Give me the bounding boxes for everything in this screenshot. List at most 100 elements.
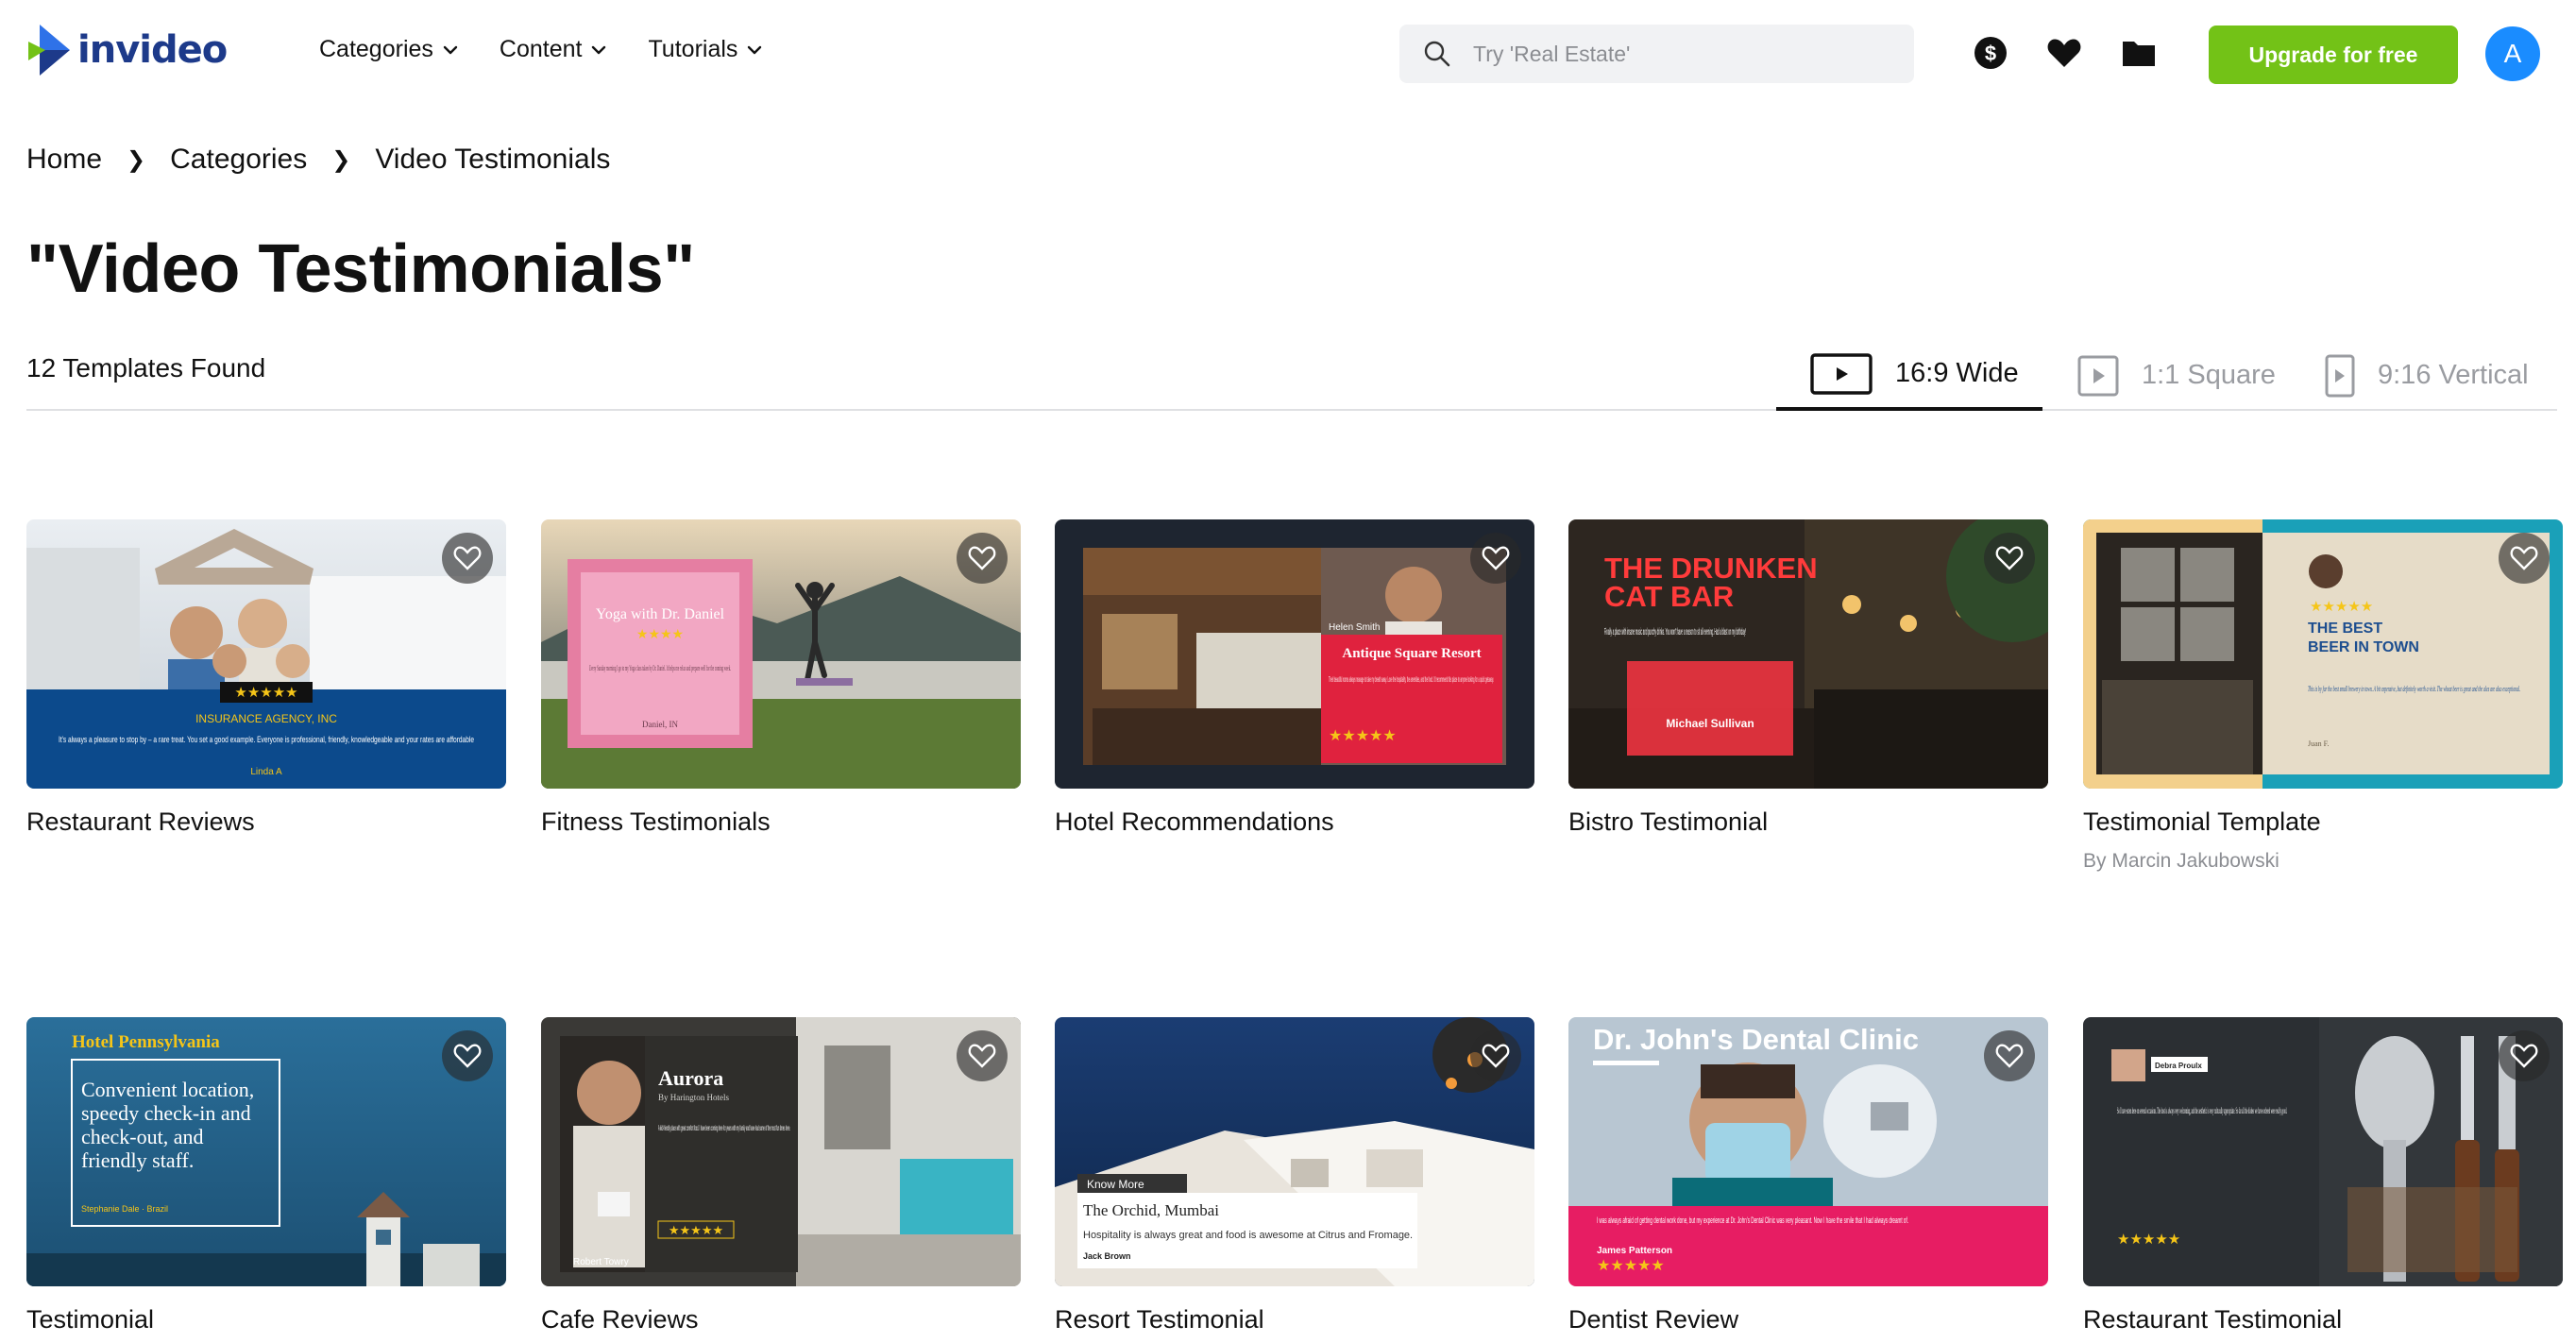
page-title: "Video Testimonials" (26, 231, 695, 307)
thumb-name: Linda A (250, 767, 282, 777)
tab-1-1-square[interactable]: 1:1 Square (2077, 340, 2276, 411)
thumb-heading: Aurora (658, 1066, 723, 1090)
search-box[interactable] (1399, 25, 1914, 83)
template-card[interactable]: Yoga with Dr. Daniel ★★★★ Every Sunday m… (541, 519, 1021, 837)
template-title[interactable]: Restaurant Reviews (26, 808, 506, 837)
template-thumbnail[interactable]: ★★★★★ THE BEST BEER IN TOWN This is by f… (2083, 519, 2563, 789)
thumb-body: Every Sunday morning I go to my Yoga cla… (589, 664, 731, 672)
thumb-name: Helen Smith (1329, 622, 1380, 633)
template-card[interactable]: Helen Smith Antique Square Resort Their … (1055, 519, 1534, 837)
favorite-button[interactable] (957, 533, 1008, 584)
template-thumbnail[interactable]: Debra Proulx So I have eaten here on sev… (2083, 1017, 2563, 1286)
favorite-button[interactable] (1984, 1030, 2035, 1081)
template-thumbnail[interactable]: Yoga with Dr. Daniel ★★★★ Every Sunday m… (541, 519, 1021, 789)
rating-stars: ★★★★★ (669, 1223, 723, 1237)
template-preview-image: Helen Smith Antique Square Resort Their … (1055, 519, 1534, 789)
thumb-heading: Antique Square Resort (1342, 646, 1481, 661)
favorite-button[interactable] (442, 533, 493, 584)
template-title[interactable]: Restaurant Testimonial (2083, 1305, 2563, 1334)
heart-outline-icon (1995, 546, 2024, 570)
template-card[interactable]: Aurora By Harington Hotels A kid-friendl… (541, 1017, 1021, 1334)
template-title[interactable]: Fitness Testimonials (541, 808, 1021, 837)
template-thumbnail[interactable]: Know More The Orchid, Mumbai Hospitality… (1055, 1017, 1534, 1286)
nav-content[interactable]: Content (500, 36, 609, 63)
thumb-name: Stephanie Dale · Brazil (81, 1204, 168, 1214)
thumb-body: This is by far the best small brewery in… (2308, 685, 2520, 693)
template-card[interactable]: THE DRUNKEN CAT BAR Finally a place with… (1568, 519, 2048, 837)
thumb-heading: Yoga with Dr. Daniel (596, 606, 725, 622)
thumb-name: James Patterson (1597, 1246, 1672, 1256)
folder-icon[interactable] (2120, 34, 2158, 72)
favorite-button[interactable] (2499, 533, 2550, 584)
breadcrumb-home[interactable]: Home (26, 144, 102, 176)
template-preview-image: Hotel Pennsylvania Convenient location, … (26, 1017, 506, 1286)
template-preview-image: ★★★★★ THE BEST BEER IN TOWN This is by f… (2083, 519, 2563, 789)
thumb-heading: Hotel Pennsylvania (72, 1032, 220, 1052)
thumb-body: A kid-friendly place with great comfort … (658, 1124, 790, 1132)
tab-label: 1:1 Square (2142, 360, 2276, 390)
rating-stars: ★★★★ (636, 626, 684, 641)
rating-stars: ★★★★★ (2117, 1232, 2180, 1248)
thumb-heading: Dr. John's Dental Clinic (1593, 1023, 1919, 1056)
template-thumbnail[interactable]: ★★★★★ INSURANCE AGENCY, INC It's always … (26, 519, 506, 789)
thumb-name: Jack Brown (1083, 1251, 1131, 1261)
nav-categories[interactable]: Categories (319, 36, 460, 63)
thumb-body: It's always a pleasure to stop by – a ra… (59, 735, 474, 744)
avatar[interactable]: A (2485, 26, 2540, 81)
thumb-body-line1: Convenient location, (81, 1078, 254, 1101)
template-title[interactable]: Testimonial Template (2083, 808, 2563, 837)
rating-stars: ★★★★★ (2310, 599, 2373, 615)
thumb-heading: INSURANCE AGENCY, INC (195, 712, 337, 725)
square-format-icon (2077, 355, 2119, 396)
thumb-body-line4: friendly staff. (81, 1148, 194, 1172)
template-title[interactable]: Dentist Review (1568, 1305, 2048, 1334)
template-author: By Marcin Jakubowski (2083, 850, 2279, 872)
logo-mark-icon (28, 25, 70, 76)
tab-16-9-wide[interactable]: 16:9 Wide (1776, 340, 2042, 411)
template-title[interactable]: Resort Testimonial (1055, 1305, 1534, 1334)
template-thumbnail[interactable]: Aurora By Harington Hotels A kid-friendl… (541, 1017, 1021, 1286)
favorite-button[interactable] (1984, 533, 2035, 584)
search-input[interactable] (1473, 41, 1889, 67)
template-thumbnail[interactable]: Helen Smith Antique Square Resort Their … (1055, 519, 1534, 789)
template-title[interactable]: Cafe Reviews (541, 1305, 1021, 1334)
template-card[interactable]: ★★★★★ THE BEST BEER IN TOWN This is by f… (2083, 519, 2563, 873)
favorite-button[interactable] (2499, 1030, 2550, 1081)
template-title[interactable]: Testimonial (26, 1305, 506, 1334)
thumb-body: So I have eaten here on several occasion… (2117, 1106, 2287, 1115)
dollar-icon[interactable]: $ (1972, 34, 2009, 72)
template-card[interactable]: Dr. John's Dental Clinic I was always af… (1568, 1017, 2048, 1334)
thumb-tag[interactable]: Know More (1087, 1178, 1144, 1191)
heart-outline-icon (968, 1044, 996, 1068)
nav-tutorials-label: Tutorials (648, 36, 738, 62)
favorite-button[interactable] (442, 1030, 493, 1081)
nav-tutorials[interactable]: Tutorials (648, 36, 764, 63)
template-thumbnail[interactable]: Hotel Pennsylvania Convenient location, … (26, 1017, 506, 1286)
heart-icon[interactable] (2045, 34, 2083, 72)
tab-label: 16:9 Wide (1895, 358, 2019, 388)
template-thumbnail[interactable]: Dr. John's Dental Clinic I was always af… (1568, 1017, 2048, 1286)
invideo-logo[interactable]: invideo (26, 23, 228, 77)
template-title[interactable]: Bistro Testimonial (1568, 808, 2048, 837)
thumb-body-line2: speedy check-in and (81, 1101, 251, 1125)
template-card[interactable]: Know More The Orchid, Mumbai Hospitality… (1055, 1017, 1534, 1334)
template-card[interactable]: Debra Proulx So I have eaten here on sev… (2083, 1017, 2563, 1334)
thumb-body: Their beautiful rooms always manage to t… (1329, 675, 1494, 684)
favorite-button[interactable] (1470, 1030, 1521, 1081)
template-card[interactable]: ★★★★★ INSURANCE AGENCY, INC It's always … (26, 519, 506, 837)
nav-content-label: Content (499, 36, 583, 62)
favorite-button[interactable] (957, 1030, 1008, 1081)
chevron-right-icon: ❯ (331, 146, 351, 173)
template-preview-image: ★★★★★ INSURANCE AGENCY, INC It's always … (26, 519, 506, 789)
templates-count: 12 Templates Found (26, 353, 266, 382)
template-thumbnail[interactable]: THE DRUNKEN CAT BAR Finally a place with… (1568, 519, 2048, 789)
favorite-button[interactable] (1470, 533, 1521, 584)
template-title[interactable]: Hotel Recommendations (1055, 808, 1534, 837)
tab-9-16-vertical[interactable]: 9:16 Vertical (2325, 340, 2529, 411)
breadcrumb-categories[interactable]: Categories (170, 144, 307, 176)
thumb-name: Robert Towry (573, 1257, 629, 1267)
template-card[interactable]: Hotel Pennsylvania Convenient location, … (26, 1017, 506, 1334)
template-preview-image: THE DRUNKEN CAT BAR Finally a place with… (1568, 519, 2048, 789)
upgrade-button[interactable]: Upgrade for free (2209, 26, 2458, 84)
template-preview-image: Yoga with Dr. Daniel ★★★★ Every Sunday m… (541, 519, 1021, 789)
